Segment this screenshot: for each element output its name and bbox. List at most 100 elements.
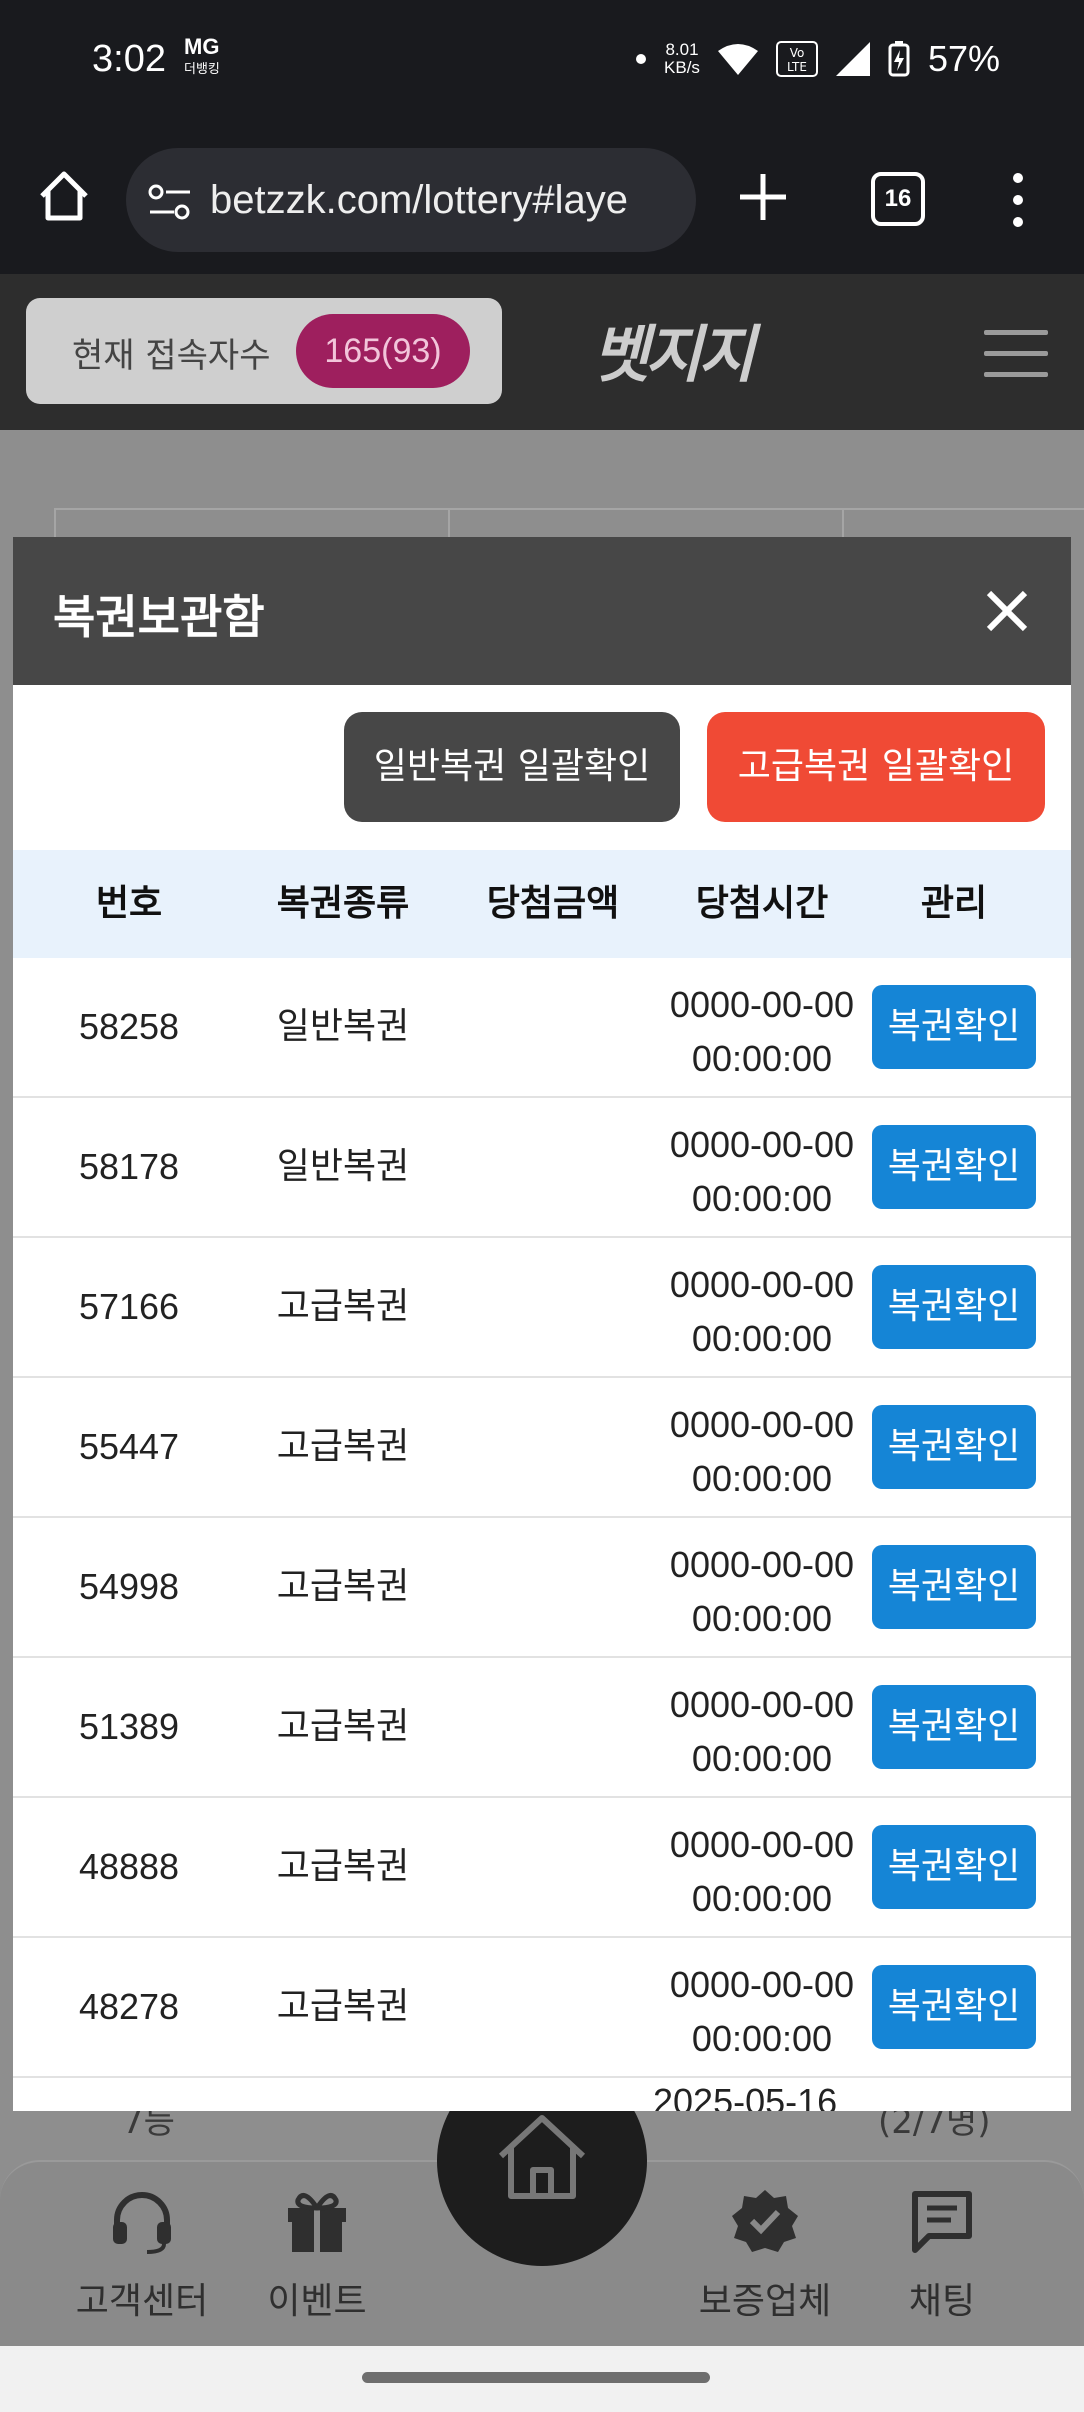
lottery-check-button[interactable]: 복권확인 bbox=[872, 1405, 1036, 1489]
headset-icon bbox=[113, 2192, 171, 2254]
browser-toolbar: betzzk.com/lottery#laye 16 bbox=[0, 128, 1084, 274]
col-manage: 관리 bbox=[920, 883, 988, 924]
carrier-name: MG bbox=[184, 34, 220, 59]
url-text[interactable]: betzzk.com/lottery#laye bbox=[210, 178, 680, 223]
normal-lottery-confirm-all-button[interactable]: 일반복권 일괄확인 bbox=[344, 712, 680, 822]
home-icon bbox=[498, 2115, 586, 2199]
notification-dot-icon bbox=[636, 54, 647, 64]
win-time: 0000-00-00 00:00:00 bbox=[632, 1118, 892, 1226]
table-row: 55447 고급복권 0000-00-00 00:00:00 복권확인 bbox=[13, 1378, 1071, 1518]
nav-event[interactable]: 이벤트 bbox=[237, 2188, 397, 2324]
table-row: 58258 일반복권 0000-00-00 00:00:00 복권확인 bbox=[13, 958, 1071, 1098]
connected-users-count: 165(93) bbox=[296, 314, 470, 388]
hamburger-menu-icon[interactable] bbox=[984, 330, 1048, 377]
lottery-number: 55447 bbox=[78, 1426, 180, 1467]
lottery-check-button[interactable]: 복권확인 bbox=[872, 985, 1036, 1069]
lottery-table-body: 58258 일반복권 0000-00-00 00:00:00 복권확인 58178 일반복권… bbox=[13, 958, 1071, 2078]
signal-icon bbox=[835, 42, 870, 76]
win-time: 0000-00-00 00:00:00 bbox=[632, 1538, 892, 1646]
lottery-storage-modal: 복권보관함 일반복권 일괄확인 고급복권 일괄확인 번호 복권종류 당첨금액 당… bbox=[13, 537, 1071, 2111]
win-date: 0000-00-00 bbox=[669, 1404, 855, 1445]
win-date: 0000-00-00 bbox=[669, 1264, 855, 1305]
close-icon[interactable] bbox=[983, 587, 1031, 635]
table-row: 48278 고급복권 0000-00-00 00:00:00 복권확인 bbox=[13, 1938, 1071, 2078]
carrier-sub: 더뱅킹 bbox=[184, 61, 220, 76]
nav-verified-label: 보증업체 bbox=[698, 2281, 832, 2322]
win-date: 0000-00-00 bbox=[669, 1124, 855, 1165]
site-logo[interactable]: 벳지지 bbox=[592, 304, 755, 394]
verified-badge-icon bbox=[732, 2190, 798, 2252]
chat-icon bbox=[912, 2191, 972, 2253]
lottery-number: 58178 bbox=[78, 1146, 180, 1187]
table-header: 번호 복권종류 당첨금액 당첨시간 관리 bbox=[13, 850, 1071, 958]
net-speed-unit: KB/s bbox=[664, 58, 700, 77]
win-date: 0000-00-00 bbox=[669, 984, 855, 1025]
home-icon[interactable] bbox=[36, 168, 92, 224]
lottery-number: 58258 bbox=[78, 1006, 180, 1047]
col-time: 당첨시간 bbox=[695, 883, 829, 924]
status-icons: 8.01 KB/s Vo LTE 57% bbox=[636, 38, 1000, 80]
lottery-check-button[interactable]: 복권확인 bbox=[872, 1825, 1036, 1909]
win-clock: 00:00:00 bbox=[691, 1318, 833, 1359]
carrier-label: MG 더뱅킹 bbox=[184, 36, 220, 80]
lottery-number: 57166 bbox=[78, 1286, 180, 1327]
lottery-check-button[interactable]: 복권확인 bbox=[872, 1685, 1036, 1769]
gesture-handle[interactable] bbox=[362, 2372, 710, 2383]
win-time: 0000-00-00 00:00:00 bbox=[632, 978, 892, 1086]
new-tab-icon[interactable] bbox=[734, 168, 792, 226]
win-clock: 00:00:00 bbox=[691, 1598, 833, 1639]
partial-row-date: 2025-05-16 bbox=[653, 2081, 838, 2111]
volte-icon: VoLTE bbox=[775, 41, 818, 77]
win-date: 0000-00-00 bbox=[669, 1964, 855, 2005]
modal-header: 복권보관함 bbox=[13, 537, 1071, 685]
nav-customer-center-label: 고객센터 bbox=[75, 2281, 209, 2322]
win-time: 0000-00-00 00:00:00 bbox=[632, 1958, 892, 2066]
svg-text:Vo: Vo bbox=[790, 46, 805, 60]
lottery-number: 48888 bbox=[78, 1846, 180, 1887]
premium-lottery-confirm-all-button[interactable]: 고급복권 일괄확인 bbox=[707, 712, 1045, 822]
win-clock: 00:00:00 bbox=[691, 1878, 833, 1919]
win-clock: 00:00:00 bbox=[691, 1458, 833, 1499]
gesture-bar bbox=[0, 2346, 1084, 2412]
svg-text:LTE: LTE bbox=[787, 60, 807, 74]
table-row: 57166 고급복권 0000-00-00 00:00:00 복권확인 bbox=[13, 1238, 1071, 1378]
nav-chat[interactable]: 채팅 bbox=[862, 2188, 1022, 2324]
lottery-check-button[interactable]: 복권확인 bbox=[872, 1265, 1036, 1349]
nav-chat-label: 채팅 bbox=[908, 2281, 976, 2322]
win-clock: 00:00:00 bbox=[691, 1178, 833, 1219]
nav-event-label: 이벤트 bbox=[267, 2281, 367, 2322]
site-header: 현재 접속자수 165(93) 벳지지 bbox=[0, 274, 1084, 430]
status-time: 3:02 bbox=[92, 38, 166, 80]
table-row: 58178 일반복권 0000-00-00 00:00:00 복권확인 bbox=[13, 1098, 1071, 1238]
win-clock: 00:00:00 bbox=[691, 2018, 833, 2059]
table-row: 54998 고급복권 0000-00-00 00:00:00 복권확인 bbox=[13, 1518, 1071, 1658]
site-settings-icon[interactable] bbox=[148, 184, 192, 220]
tab-switcher-button[interactable]: 16 bbox=[871, 172, 925, 226]
win-time: 0000-00-00 00:00:00 bbox=[632, 1678, 892, 1786]
win-date: 0000-00-00 bbox=[669, 1684, 855, 1725]
lottery-check-button[interactable]: 복권확인 bbox=[872, 1965, 1036, 2049]
nav-verified[interactable]: 보증업체 bbox=[685, 2188, 845, 2324]
win-time: 0000-00-00 00:00:00 bbox=[632, 1398, 892, 1506]
more-menu-icon[interactable] bbox=[1012, 172, 1024, 228]
lottery-number: 48278 bbox=[78, 1986, 180, 2027]
win-clock: 00:00:00 bbox=[691, 1038, 833, 1079]
address-bar[interactable]: betzzk.com/lottery#laye bbox=[126, 148, 696, 252]
win-clock: 00:00:00 bbox=[691, 1738, 833, 1779]
gift-icon bbox=[288, 2193, 346, 2252]
lottery-number: 51389 bbox=[78, 1706, 180, 1747]
win-date: 0000-00-00 bbox=[669, 1544, 855, 1585]
nav-customer-center[interactable]: 고객센터 bbox=[62, 2188, 222, 2324]
wifi-icon bbox=[717, 44, 758, 75]
win-time: 0000-00-00 00:00:00 bbox=[632, 1258, 892, 1366]
table-row: 48888 고급복권 0000-00-00 00:00:00 복권확인 bbox=[13, 1798, 1071, 1938]
battery-charging-icon bbox=[888, 41, 910, 77]
lottery-check-button[interactable]: 복권확인 bbox=[872, 1125, 1036, 1209]
win-date: 0000-00-00 bbox=[669, 1824, 855, 1865]
lottery-check-button[interactable]: 복권확인 bbox=[872, 1545, 1036, 1629]
connected-users-box: 현재 접속자수 165(93) bbox=[26, 298, 502, 404]
table-row: 51389 고급복권 0000-00-00 00:00:00 복권확인 bbox=[13, 1658, 1071, 1798]
connected-users-label: 현재 접속자수 bbox=[72, 336, 271, 376]
lottery-number: 54998 bbox=[78, 1566, 180, 1607]
col-number: 번호 bbox=[95, 883, 163, 924]
